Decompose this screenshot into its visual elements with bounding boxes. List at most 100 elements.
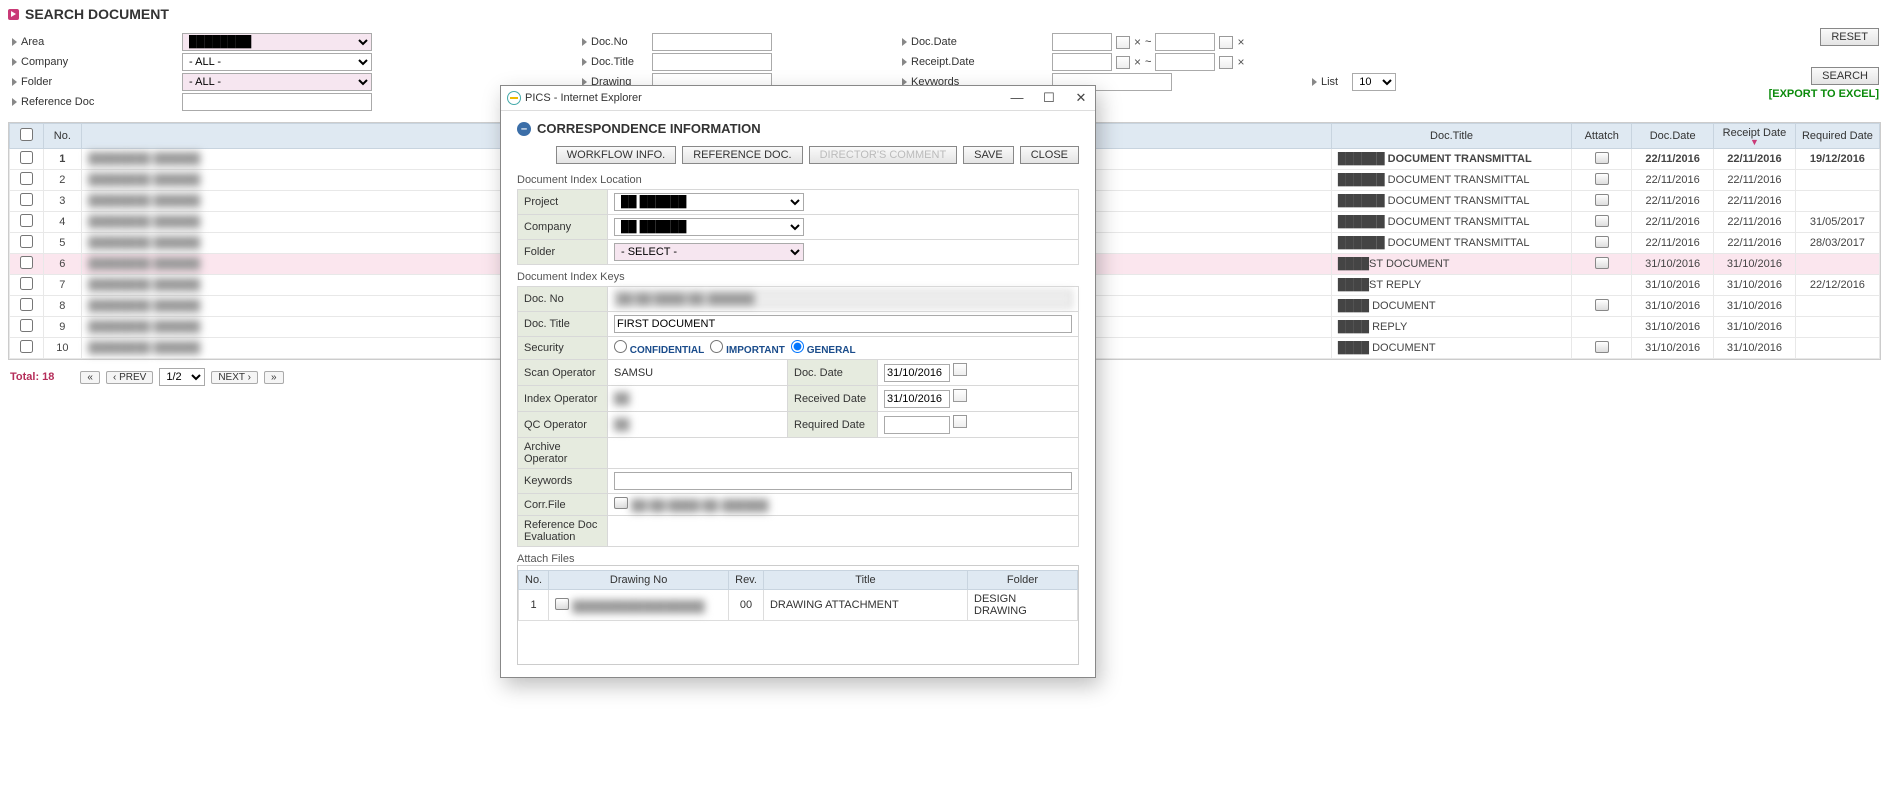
clear-icon[interactable]: × [1134, 55, 1141, 69]
folder-select[interactable]: - ALL - [182, 73, 372, 91]
workflow-button[interactable]: WORKFLOW INFO. [556, 146, 676, 164]
row-attach[interactable] [1572, 338, 1632, 359]
col-no[interactable]: No. [43, 124, 81, 149]
corrfile-value[interactable]: ██/██/████/██-██████ [631, 500, 769, 512]
col-attach[interactable]: Attatch [1572, 124, 1632, 149]
row-checkbox[interactable] [20, 214, 33, 227]
calendar-icon[interactable] [1219, 56, 1233, 69]
row-checkbox[interactable] [20, 340, 33, 353]
row-checkbox[interactable] [20, 151, 33, 164]
list-select[interactable]: 10 [1352, 73, 1396, 91]
calendar-icon[interactable] [953, 415, 967, 428]
doctitle-field[interactable] [614, 315, 1072, 333]
page-select[interactable]: 1/2 [159, 368, 205, 386]
docno-input[interactable] [652, 33, 772, 51]
minimize-icon[interactable]: — [1009, 90, 1025, 106]
attach-row[interactable]: 1 █████████████████00DRAWING ATTACHMENTD… [519, 590, 1078, 621]
row-checkbox[interactable] [20, 235, 33, 248]
reset-button[interactable]: RESET [1820, 28, 1879, 46]
row-receipt: 31/10/2016 [1714, 254, 1796, 275]
modal-titlebar[interactable]: PICS - Internet Explorer — ☐ ✕ [501, 86, 1095, 111]
file-icon[interactable] [614, 497, 628, 509]
search-button[interactable]: SEARCH [1811, 67, 1879, 85]
attach-icon[interactable] [1595, 299, 1609, 311]
docdate-from-input[interactable] [1052, 33, 1112, 51]
refdoc-input[interactable] [182, 93, 372, 111]
row-docdate: 31/10/2016 [1632, 317, 1714, 338]
project-select[interactable]: ██ ██████ [614, 193, 804, 211]
row-attach[interactable] [1572, 317, 1632, 338]
keywords-field[interactable] [614, 472, 1072, 490]
first-page-button[interactable]: « [80, 371, 100, 384]
calendar-icon[interactable] [953, 363, 967, 376]
attach-icon[interactable] [1595, 194, 1609, 206]
clear-icon[interactable]: × [1237, 35, 1244, 49]
attach-list[interactable]: No. Drawing No Rev. Title Folder 1 █████… [517, 565, 1079, 665]
receiptdate-from-input[interactable] [1052, 53, 1112, 71]
clear-icon[interactable]: × [1237, 55, 1244, 69]
attach-icon[interactable] [1595, 236, 1609, 248]
save-button[interactable]: SAVE [963, 146, 1014, 164]
calendar-icon[interactable] [953, 389, 967, 402]
row-checkbox[interactable] [20, 319, 33, 332]
clear-icon[interactable]: × [1134, 35, 1141, 49]
col-docdate[interactable]: Doc.Date [1632, 124, 1714, 149]
calendar-icon[interactable] [1116, 36, 1130, 49]
col-doctitle[interactable]: Doc.Title [1331, 124, 1571, 149]
security-confidential[interactable]: CONFIDENTIAL [614, 345, 704, 356]
attach-icon[interactable] [1595, 257, 1609, 269]
attach-icon[interactable] [1595, 152, 1609, 164]
row-attach[interactable] [1572, 212, 1632, 233]
select-all-checkbox[interactable] [20, 128, 33, 141]
folder-select-modal[interactable]: - SELECT - [614, 243, 804, 261]
ie-icon [507, 91, 521, 105]
row-attach[interactable] [1572, 233, 1632, 254]
row-checkbox[interactable] [20, 172, 33, 185]
security-important[interactable]: IMPORTANT [710, 345, 784, 356]
company-select[interactable]: - ALL - [182, 53, 372, 71]
att-col-folder[interactable]: Folder [968, 571, 1078, 590]
doctitle-input[interactable] [652, 53, 772, 71]
docdate-to-input[interactable] [1155, 33, 1215, 51]
prev-page-button[interactable]: ‹ PREV [106, 371, 153, 384]
row-checkbox[interactable] [20, 298, 33, 311]
row-attach[interactable] [1572, 275, 1632, 296]
docdate-field[interactable] [884, 364, 950, 382]
col-required[interactable]: Required Date [1795, 124, 1879, 149]
area-select[interactable]: ████████ [182, 33, 372, 51]
att-col-drawing[interactable]: Drawing No [549, 571, 729, 590]
received-field[interactable] [884, 390, 950, 408]
row-attach[interactable] [1572, 191, 1632, 212]
company-select-modal[interactable]: ██ ██████ [614, 218, 804, 236]
attach-icon[interactable] [1595, 173, 1609, 185]
last-page-button[interactable]: » [264, 371, 284, 384]
row-attach[interactable] [1572, 296, 1632, 317]
calendar-icon[interactable] [1116, 56, 1130, 69]
row-attach[interactable] [1572, 149, 1632, 170]
collapse-icon[interactable]: – [517, 122, 531, 136]
security-general[interactable]: GENERAL [791, 345, 856, 356]
export-excel-link[interactable]: [EXPORT TO EXCEL] [1769, 88, 1879, 100]
row-required [1795, 317, 1879, 338]
att-col-title[interactable]: Title [763, 571, 967, 590]
attach-icon[interactable] [1595, 341, 1609, 353]
close-icon[interactable]: ✕ [1073, 90, 1089, 106]
close-button[interactable]: CLOSE [1020, 146, 1079, 164]
row-checkbox[interactable] [20, 256, 33, 269]
row-attach[interactable] [1572, 254, 1632, 275]
required-field[interactable] [884, 416, 950, 434]
qc-label: QC Operator [518, 412, 608, 438]
col-receipt[interactable]: Receipt Date▼ [1714, 124, 1796, 149]
receiptdate-to-input[interactable] [1155, 53, 1215, 71]
maximize-icon[interactable]: ☐ [1041, 90, 1057, 106]
next-page-button[interactable]: NEXT › [211, 371, 258, 384]
calendar-icon[interactable] [1219, 36, 1233, 49]
att-col-rev[interactable]: Rev. [729, 571, 764, 590]
attach-icon[interactable] [1595, 215, 1609, 227]
att-col-no[interactable]: No. [519, 571, 549, 590]
row-attach[interactable] [1572, 170, 1632, 191]
row-receipt: 31/10/2016 [1714, 338, 1796, 359]
reference-doc-button[interactable]: REFERENCE DOC. [682, 146, 802, 164]
row-checkbox[interactable] [20, 193, 33, 206]
row-checkbox[interactable] [20, 277, 33, 290]
